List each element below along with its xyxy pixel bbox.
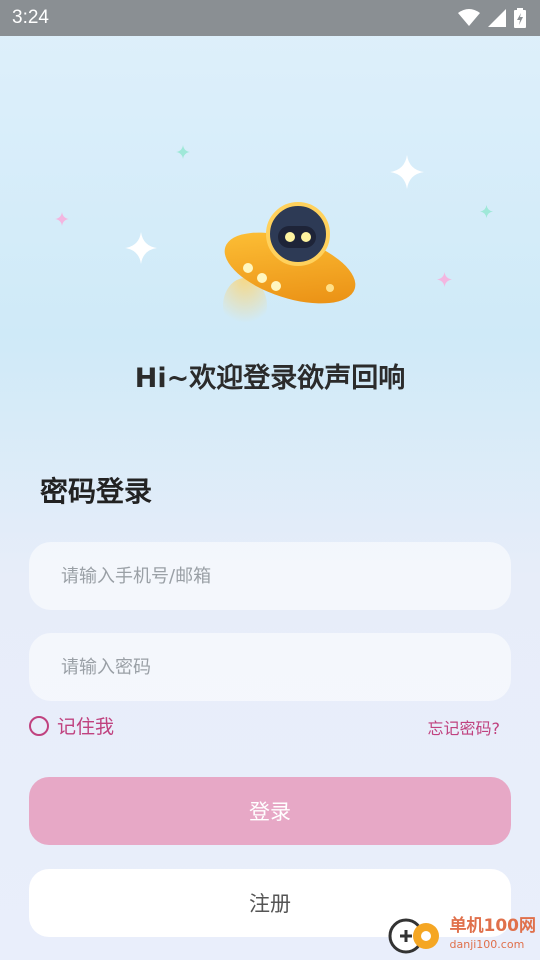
sparkle-icon [55,212,69,226]
wifi-icon [458,9,480,26]
signal-icon [488,9,506,27]
battery-icon [514,8,526,28]
status-bar: 3:24 [0,0,540,36]
phone-email-input[interactable] [59,564,511,588]
watermark-url: danji100.com [449,938,525,951]
section-title: 密码登录 [40,475,153,508]
watermark-name: 单机100网 [449,916,537,936]
password-input[interactable] [59,655,511,679]
forgot-password-link[interactable]: 忘记密码? [428,715,501,739]
sparkle-icon [480,205,493,218]
status-time: 3:24 [12,7,49,28]
sparkle-icon [390,155,424,189]
danji-logo-icon [388,918,439,954]
sparkle-icon [176,145,190,159]
remember-me-toggle[interactable]: 记住我 [29,712,114,739]
login-button[interactable]: 登录 [29,777,511,845]
sparkle-icon [125,232,157,264]
status-icons [458,8,526,28]
ufo-mascot-icon [223,202,356,334]
watermark-logo: 单机100网 danji100.com [386,910,537,958]
welcome-title: Hi~欢迎登录欲声回响 [134,363,406,394]
phone-email-field[interactable] [29,542,511,610]
remember-label: 记住我 [57,716,115,738]
remember-radio[interactable] [29,715,49,736]
sparkle-icon [437,272,452,287]
password-field[interactable] [29,633,511,701]
